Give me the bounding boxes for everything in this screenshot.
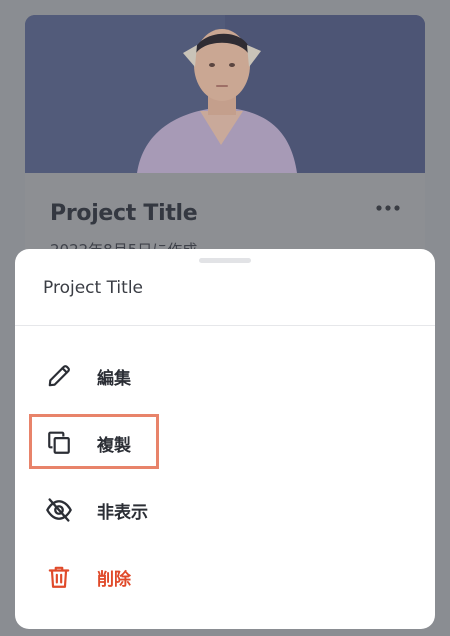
menu-item-label: 非表示 (97, 502, 148, 523)
divider (15, 325, 435, 326)
pencil-icon (45, 362, 73, 390)
menu-item-label: 削除 (97, 569, 131, 590)
eye-off-icon (45, 496, 73, 524)
menu-item-duplicate[interactable]: 複製 (45, 423, 405, 463)
sheet-drag-handle[interactable] (199, 258, 251, 263)
project-cover-image (25, 15, 425, 173)
action-sheet: Project Title 編集 複製 非表示 削除 (15, 249, 435, 629)
menu-item-hide[interactable]: 非表示 (45, 490, 405, 530)
sheet-title: Project Title (43, 278, 143, 298)
copy-icon (45, 429, 73, 457)
menu-item-delete[interactable]: 削除 (45, 557, 405, 597)
menu-item-label: 複製 (97, 435, 131, 456)
more-horizontal-icon[interactable] (375, 201, 401, 215)
menu-item-edit[interactable]: 編集 (45, 356, 405, 396)
project-title: Project Title (50, 201, 198, 226)
trash-icon (45, 563, 73, 591)
menu-item-label: 編集 (97, 368, 131, 389)
portrait-illustration (25, 15, 425, 173)
